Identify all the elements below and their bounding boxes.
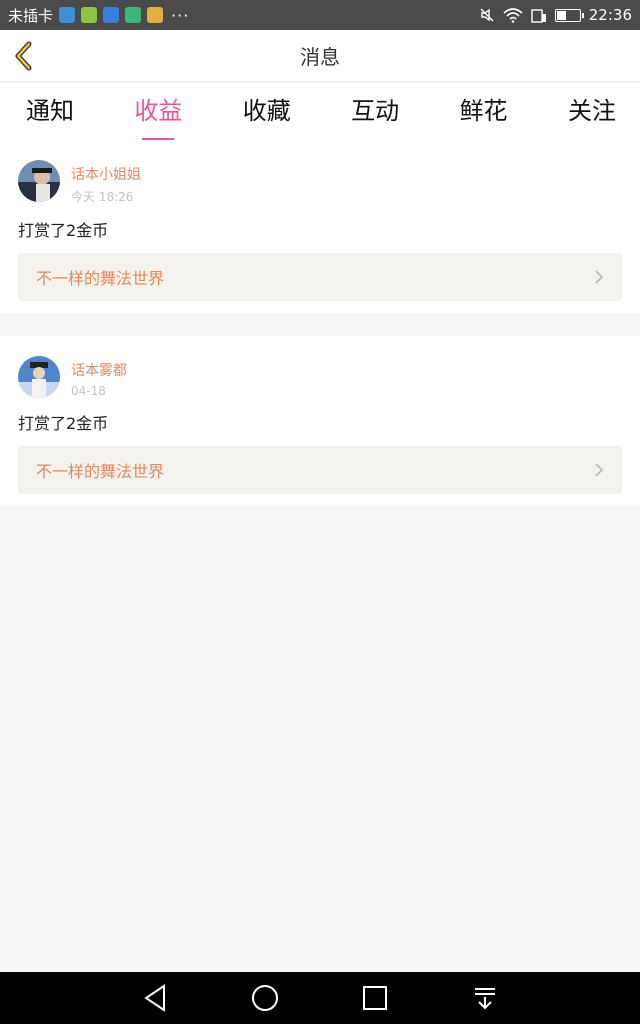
nav-notification-shade-button[interactable] — [465, 978, 505, 1018]
pull-down-icon — [475, 988, 495, 1010]
battery-icon — [554, 8, 584, 22]
clock: 22:36 — [588, 6, 632, 24]
square-recents-icon — [363, 986, 387, 1010]
overflow-icon: ··· — [171, 5, 190, 25]
tab-bar: 通知 收益 收藏 互动 鲜花 关注 — [0, 83, 640, 140]
message-text: 打赏了2金币 — [18, 221, 109, 240]
work-link[interactable]: 不一样的舞法世界 — [18, 253, 622, 301]
system-nav-bar — [0, 972, 640, 1024]
username[interactable]: 话本雾都 — [71, 360, 127, 380]
avatar[interactable] — [18, 160, 60, 202]
app-icon-3 — [103, 7, 120, 23]
timestamp: 04-18 — [71, 384, 106, 398]
mute-icon — [480, 8, 494, 22]
app-icon-2 — [81, 7, 98, 23]
tab-favorites[interactable]: 收藏 — [243, 91, 291, 132]
circle-home-icon — [252, 985, 278, 1011]
app-icon-1 — [59, 7, 76, 23]
carrier-label: 未插卡 — [8, 6, 54, 25]
avatar[interactable] — [18, 356, 60, 398]
chevron-right-icon — [595, 463, 604, 477]
chevron-right-icon — [595, 270, 604, 284]
signal-icon — [531, 9, 546, 23]
work-title: 不一样的舞法世界 — [36, 462, 165, 481]
message-text: 打赏了2金币 — [18, 414, 109, 433]
wifi-icon — [503, 8, 523, 23]
page-title: 消息 — [300, 45, 340, 69]
work-link[interactable]: 不一样的舞法世界 — [18, 446, 622, 494]
app-icon-5 — [147, 7, 164, 23]
back-button[interactable] — [10, 40, 38, 72]
username[interactable]: 话本小姐姐 — [71, 164, 141, 184]
tab-flowers[interactable]: 鲜花 — [460, 91, 508, 132]
tab-earnings[interactable]: 收益 — [134, 91, 182, 140]
nav-back-button[interactable] — [135, 978, 175, 1018]
message-card: 话本雾都 04-18 打赏了2金币 不一样的舞法世界 — [0, 336, 640, 506]
chevron-left-icon — [15, 41, 32, 71]
work-title: 不一样的舞法世界 — [36, 269, 165, 288]
timestamp: 今天 18:26 — [71, 190, 134, 204]
nav-recents-button[interactable] — [355, 978, 395, 1018]
status-bar: 未插卡 ··· 22:36 — [0, 0, 640, 30]
nav-home-button[interactable] — [245, 978, 285, 1018]
triangle-back-icon — [144, 984, 165, 1012]
tab-interactions[interactable]: 互动 — [351, 91, 399, 132]
tab-following[interactable]: 关注 — [568, 91, 616, 132]
tab-notifications[interactable]: 通知 — [26, 91, 74, 132]
app-icon-4 — [125, 7, 142, 23]
top-bar: 消息 — [0, 30, 640, 82]
message-card: 话本小姐姐 今天 18:26 打赏了2金币 不一样的舞法世界 — [0, 140, 640, 313]
message-list: 话本小姐姐 今天 18:26 打赏了2金币 不一样的舞法世界 话本雾都 04-1… — [0, 140, 640, 506]
